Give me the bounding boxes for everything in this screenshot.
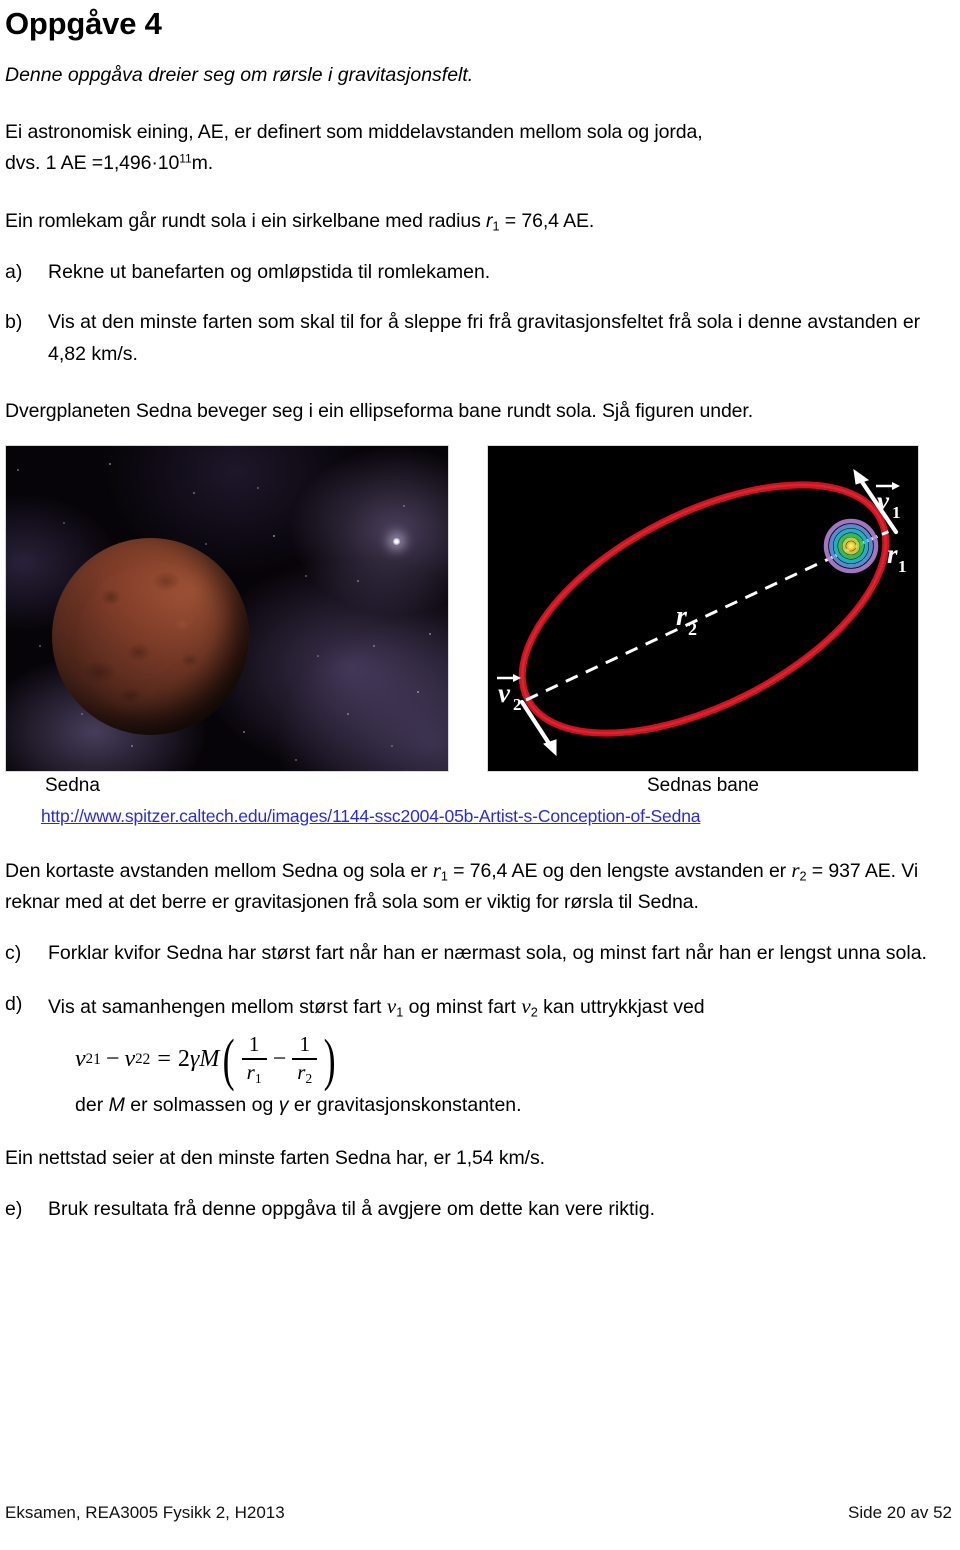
intro-paragraph: Denne oppgåva dreier seg om rørsle i gra… <box>5 63 474 86</box>
formula-minus-2: − <box>272 1046 287 1073</box>
page-content: Oppgåve 4 Denne oppgåva dreier seg om rø… <box>5 0 955 1226</box>
distances-pre: Den kortaste avstanden mellom Sedna og s… <box>5 859 433 882</box>
orbit-label-r2: r <box>676 601 688 632</box>
task-d-post: kan uttrykkjast ved <box>537 995 705 1018</box>
figure-captions: Sedna Sednas bane <box>5 775 919 805</box>
task-text-c: Forklar kvifor Sedna har størst fart når… <box>48 942 927 965</box>
formula-frac2-denominator: r2 <box>297 1060 313 1087</box>
spacecraft-text-post: = 76,4 AE. <box>499 209 595 232</box>
au-exponent: 11 <box>179 151 192 166</box>
formula-v2-index: 2 <box>142 1050 151 1068</box>
source-url-link[interactable]: http://www.spitzer.caltech.edu/images/11… <box>41 806 955 827</box>
distances-mid: og den lengste avstanden er <box>537 859 792 882</box>
figure-orbit-diagram: v 1 v 2 r 1 r 2 <box>487 444 919 772</box>
task-item-c: c) Forklar kvifor Sedna har størst fart … <box>5 938 955 970</box>
formula-v1: v <box>75 1046 86 1073</box>
r2-value: = 937 AE <box>806 859 891 882</box>
orbit-label-r1-sub: 1 <box>898 557 907 576</box>
caption-sedna: Sedna <box>45 774 100 796</box>
au-line2-prefix: dvs. 1 AE =1,496 <box>5 152 152 175</box>
au-unit: m. <box>191 152 214 175</box>
formula-caption-gamma: γ <box>278 1094 289 1117</box>
figure-sedna-image <box>5 444 449 772</box>
formula-fraction-1: 1 r1 <box>241 1032 267 1087</box>
formula-gamma: γ <box>189 1046 200 1073</box>
svg-text:v: v <box>877 486 890 516</box>
orbit-label-v2: v 2 <box>497 673 522 714</box>
bright-star-icon <box>392 536 401 546</box>
task-marker-b: b) <box>5 311 23 334</box>
formula-caption: der M er solmassen og γ er gravitasjonsk… <box>75 1094 955 1117</box>
website-claim-paragraph: Ein nettstad seier at den minste farten … <box>5 1147 545 1170</box>
task-marker-a: a) <box>5 260 23 283</box>
formula-v2: v <box>124 1046 136 1073</box>
orbit-label-r1: r <box>887 539 898 569</box>
document-page: Oppgåve 4 Denne oppgåva dreier seg om rø… <box>0 0 960 1550</box>
formula-paren-open: ( <box>223 1026 235 1092</box>
page-title: Oppgåve 4 <box>5 6 162 41</box>
v2-variable: v <box>521 993 531 1018</box>
formula-frac1-numerator: 1 <box>248 1032 260 1057</box>
spacecraft-text-pre: Ein romlekam går rundt sola i ein sirkel… <box>5 209 487 232</box>
task-text-e: Bruk resultata frå denne oppgåva til å a… <box>48 1197 656 1220</box>
formula-caption-post: er gravitasjonskonstanten. <box>288 1094 522 1117</box>
task-item-a: a) Rekne ut banefarten og omløpstida til… <box>5 257 955 289</box>
orbit-diagram-svg: v 1 v 2 r 1 r 2 <box>497 468 907 757</box>
sedna-planet-sphere <box>52 537 249 735</box>
svg-text:1: 1 <box>892 503 901 522</box>
formula-equals: = <box>157 1046 171 1073</box>
formula-frac2-numerator: 1 <box>299 1032 310 1057</box>
formula-caption-M: M <box>108 1094 125 1117</box>
task-d-mid: og minst fart <box>403 995 522 1018</box>
spacecraft-paragraph: Ein romlekam går rundt sola i ein sirkel… <box>5 206 955 238</box>
inner-solar-system <box>823 518 879 574</box>
energy-formula: v21 − v22 = 2γM ( 1 r1 − 1 r2 ) <box>75 1026 340 1092</box>
formula-v2-power: 2 <box>135 1051 143 1068</box>
sun-icon <box>846 540 856 551</box>
footer-page-number: Side 20 av 52 <box>848 1503 952 1522</box>
caption-sednas-bane: Sednas bane <box>647 774 759 796</box>
au-line1: Ei astronomisk eining, AE, er definert s… <box>5 120 703 143</box>
task-text-d: Vis at samanhengen mellom størst fart v1… <box>48 989 955 1024</box>
task-text-b: Vis at den minste farten som skal til fo… <box>48 311 921 365</box>
formula-v1-power: 2 <box>85 1051 94 1068</box>
task-item-e: e) Bruk resultata frå denne oppgåva til … <box>5 1194 955 1226</box>
astronomical-unit-paragraph: Ei astronomisk eining, AE, er definert s… <box>5 117 955 180</box>
formula-mass: M <box>199 1046 220 1073</box>
v2-subscript: 2 <box>530 1005 538 1020</box>
v1-variable: v <box>386 993 397 1018</box>
sedna-orbit-paragraph: Dvergplaneten Sedna beveger seg i ein el… <box>5 400 754 423</box>
task-text-a: Rekne ut banefarten og omløpstida til ro… <box>48 260 491 283</box>
formula-frac1-denominator: r1 <box>246 1060 262 1087</box>
svg-text:2: 2 <box>513 695 522 714</box>
task-marker-c: c) <box>5 942 22 965</box>
figure-row: v 1 v 2 r 1 r 2 <box>5 444 919 772</box>
r1-value: = 76,4 AE <box>447 859 538 882</box>
task-marker-d: d) <box>5 992 23 1015</box>
footer-exam-info: Eksamen, REA3005 Fysikk 2, H2013 <box>5 1503 285 1522</box>
svg-text:v: v <box>498 678 511 708</box>
task-item-d: d) Vis at samanhengen mellom størst fart… <box>5 989 955 1024</box>
formula-minus-1: − <box>105 1046 120 1073</box>
formula-v1-index: 1 <box>93 1050 101 1068</box>
r1-variable: r <box>432 857 441 882</box>
au-base: 10 <box>157 152 180 175</box>
task-item-b: b) Vis at den minste farten som skal til… <box>5 307 955 370</box>
formula-paren-close: ) <box>323 1026 336 1092</box>
task-d-pre: Vis at samanhengen mellom størst fart <box>48 995 387 1018</box>
orbit-label-r2-sub: 2 <box>688 619 697 639</box>
formula-coefficient: 2 <box>177 1046 190 1073</box>
task-marker-e: e) <box>5 1197 23 1220</box>
formula-caption-mid: er solmassen og <box>124 1094 279 1117</box>
formula-caption-pre: der <box>75 1094 109 1117</box>
formula-fraction-2: 1 r2 <box>292 1032 318 1087</box>
r2-dashed-line <box>525 533 881 702</box>
orbit-background: v 1 v 2 r 1 r 2 <box>488 445 918 771</box>
space-background <box>6 445 448 771</box>
page-footer: Eksamen, REA3005 Fysikk 2, H2013 Side 20… <box>5 1503 952 1523</box>
distances-paragraph: Den kortaste avstanden mellom Sedna og s… <box>5 853 955 919</box>
r1-subscript: 1 <box>440 869 448 884</box>
